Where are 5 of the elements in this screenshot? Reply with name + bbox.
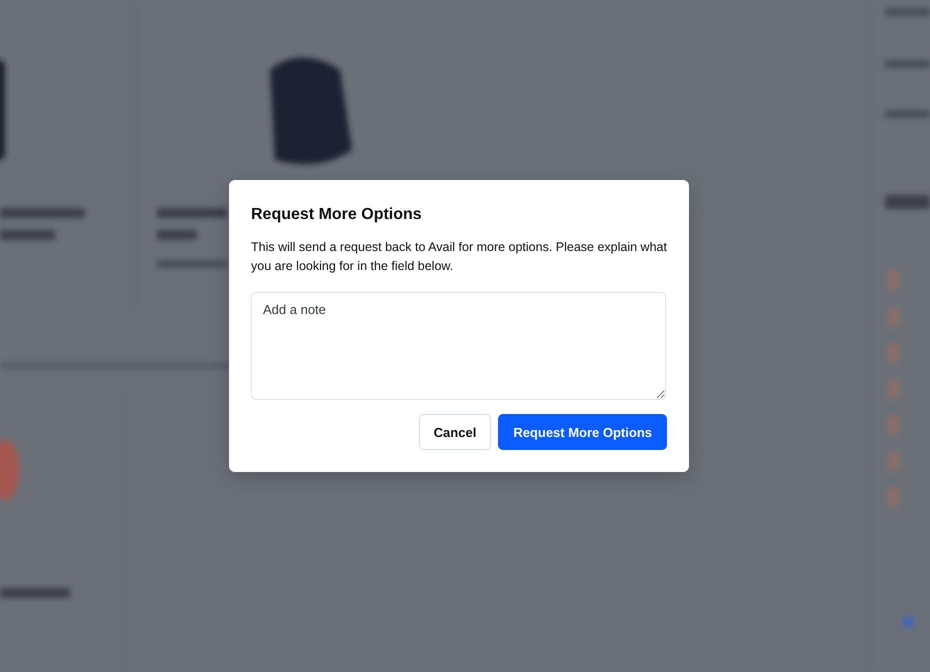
cancel-button[interactable]: Cancel bbox=[418, 414, 492, 450]
request-button[interactable]: Request More Options bbox=[498, 414, 667, 450]
note-field[interactable]: Add a note bbox=[251, 292, 666, 400]
dialog-message: This will send a request back to Avail for more options. Please explain what you are looking for in the field below. bbox=[251, 239, 667, 275]
dialog-title: Request More Options bbox=[251, 206, 423, 224]
